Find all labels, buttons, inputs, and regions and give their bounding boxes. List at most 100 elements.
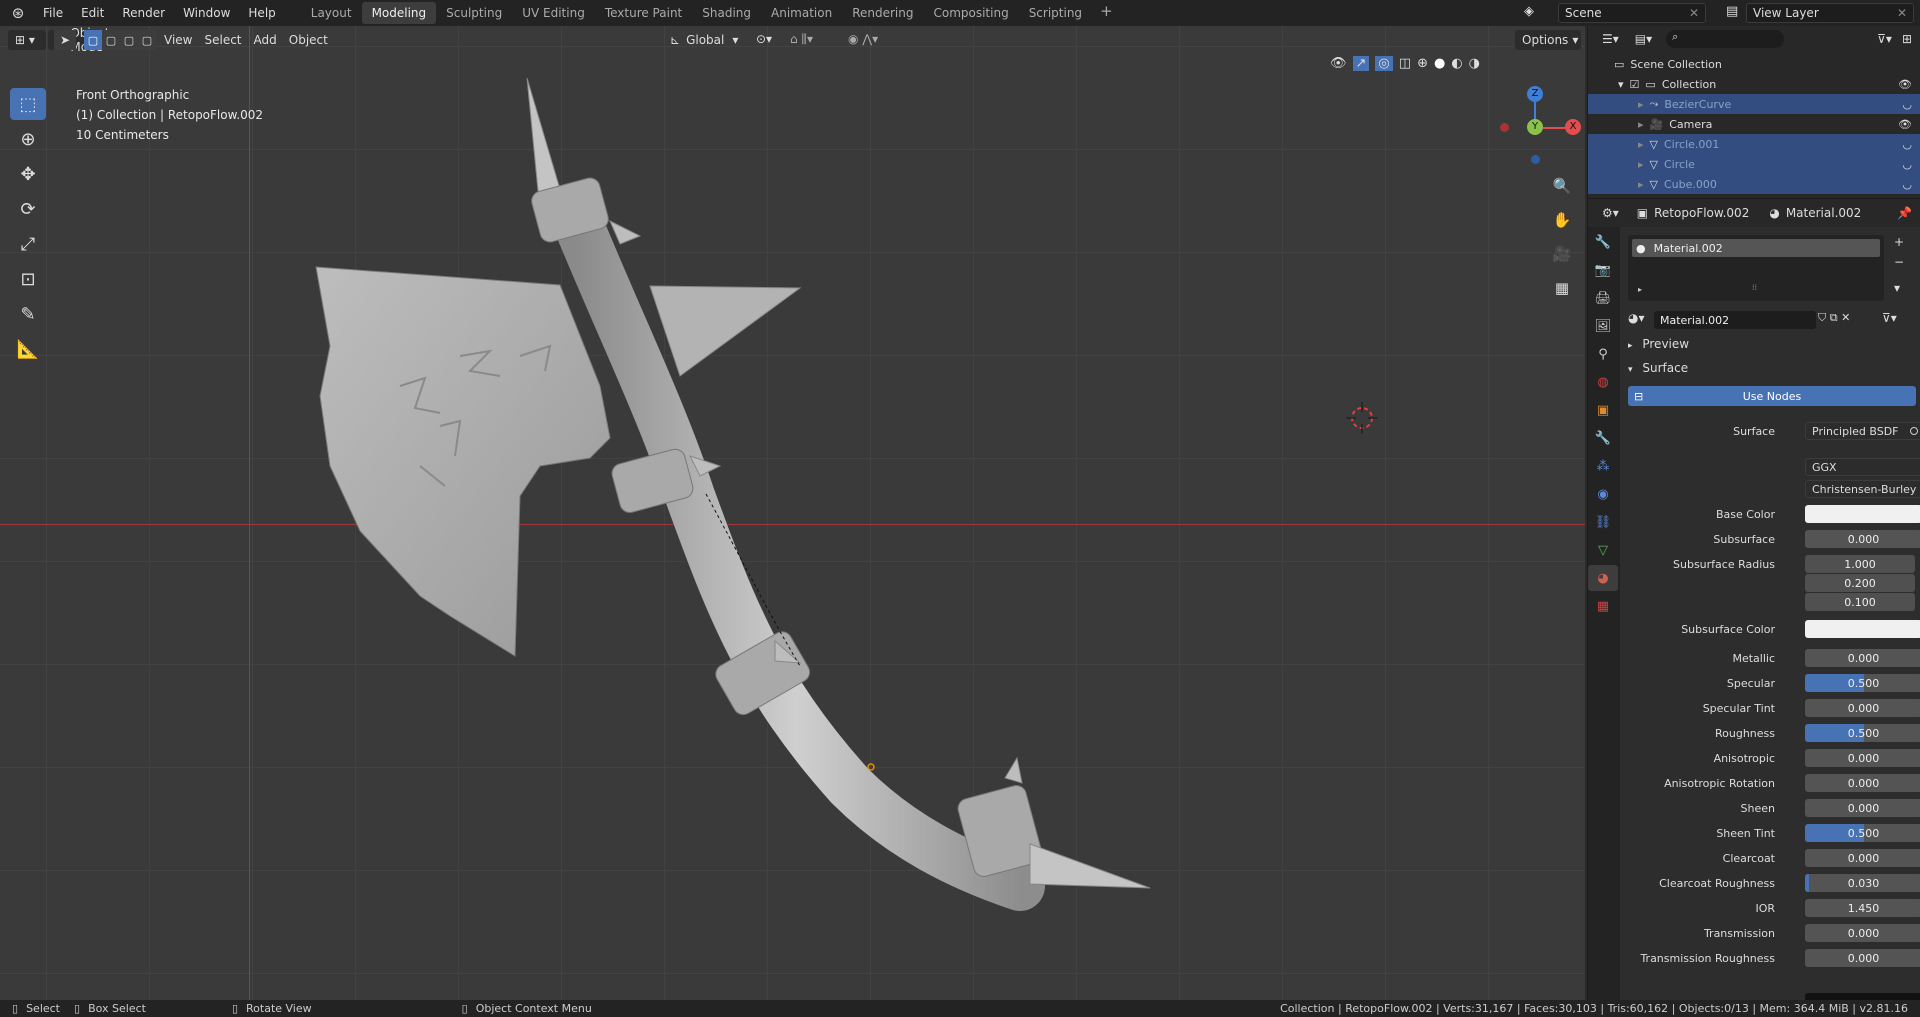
outliner-item-cube-000[interactable]: ▸ ▽ Cube.000 ◡ [1588,174,1920,194]
slot-specials-icon[interactable]: ▾ [1894,281,1900,295]
remove-slot-icon[interactable]: − [1894,255,1904,269]
eye-icon[interactable]: 👁 [1898,118,1912,131]
expand-arrow-icon[interactable]: ▸ [1638,118,1644,131]
tab-compositing[interactable]: Compositing [923,2,1018,24]
field-slider[interactable]: 0.500 [1805,724,1920,742]
new-collection-icon[interactable]: ⊞ [1902,32,1912,46]
view-layer-selector[interactable]: View Layer ✕ [1746,3,1914,23]
outliner-editor-icon[interactable]: ☰▾ [1602,32,1619,46]
scene-selector[interactable]: Scene ✕ [1558,3,1706,23]
outliner-item-beziercurve[interactable]: ▸ ⤳ BezierCurve ◡ [1588,94,1920,114]
field-slider[interactable]: 0.500 [1805,824,1920,842]
outliner-collection[interactable]: ▾ ☑ ▭ Collection 👁 [1588,74,1920,94]
view-layer-close-icon[interactable]: ✕ [1897,6,1907,20]
tab-rendering[interactable]: Rendering [842,2,923,24]
menu-help[interactable]: Help [239,0,284,26]
gizmo-neg-x[interactable] [1500,123,1509,132]
tool-tab-icon[interactable]: 🔧 [1588,229,1618,255]
eye-closed-icon[interactable]: ◡ [1902,138,1912,151]
eye-icon[interactable]: 👁 [1898,78,1912,91]
zoom-icon[interactable]: 🔍 [1548,172,1576,200]
gizmo-y-axis[interactable]: Y [1527,119,1543,135]
render-tab-icon[interactable]: 📷 [1588,257,1618,283]
field-slider[interactable]: 0.000 [1805,924,1920,942]
subsurface-radius-y[interactable]: 0.200 [1805,574,1915,592]
perspective-grid-icon[interactable]: ▦ [1548,274,1576,302]
field-slider[interactable]: 0.000 [1805,699,1920,717]
base-color-swatch[interactable] [1805,505,1920,523]
display-mode-icon[interactable]: ▤▾ [1635,32,1652,46]
material-name-field[interactable]: Material.002 [1654,311,1816,329]
field-slider[interactable]: 0.000 [1805,774,1920,792]
eye-closed-icon[interactable]: ◡ [1902,178,1912,191]
link-dropdown-icon[interactable]: ⊽▾ [1882,311,1897,325]
scene-type-icon[interactable]: ◈ [1524,4,1534,19]
texture-tab-icon[interactable]: ▦ [1588,593,1618,619]
field-slider[interactable]: 0.000 [1805,849,1920,867]
use-nodes-button[interactable]: ⊟ Use Nodes [1628,386,1916,406]
3d-cursor-icon[interactable] [1342,398,1382,438]
field-slider[interactable]: 0.000 [1805,749,1920,767]
world-tab-icon[interactable]: ◍ [1588,369,1618,395]
filter-icon[interactable]: ⊽▾ [1877,32,1892,46]
subsurface-radius-x[interactable]: 1.000 [1805,555,1915,573]
expand-arrow-icon[interactable]: ▸ [1638,178,1644,191]
expand-arrow-icon[interactable]: ▸ [1638,285,1642,294]
navigation-gizmo[interactable]: Z Y X [1490,86,1581,176]
expand-arrow-icon[interactable]: ▸ [1638,158,1644,171]
outliner-item-circle[interactable]: ▸ ▽ Circle ◡ [1588,154,1920,174]
material-tab-icon[interactable]: ◕ [1588,565,1618,591]
tab-sculpting[interactable]: Sculpting [436,2,512,24]
subsurface-field[interactable]: 0.000 [1805,530,1920,548]
tab-animation[interactable]: Animation [761,2,842,24]
field-slider[interactable]: 0.030 [1805,874,1920,892]
view-layer-tab-icon[interactable]: 🖼 [1588,313,1618,339]
outliner-item-circle-001[interactable]: ▸ ▽ Circle.001 ◡ [1588,134,1920,154]
output-tab-icon[interactable]: 🖨 [1588,285,1618,311]
field-slider[interactable]: 0.500 [1805,674,1920,692]
checkbox-icon[interactable]: ☑ [1630,78,1640,91]
physics-tab-icon[interactable]: ◉ [1588,481,1618,507]
outliner-item-camera[interactable]: ▸ 🎥 Camera 👁 [1588,114,1920,134]
properties-editor-icon[interactable]: ⚙▾ [1602,206,1619,220]
menu-file[interactable]: File [34,0,72,26]
pan-hand-icon[interactable]: ✋ [1548,206,1576,234]
menu-edit[interactable]: Edit [72,0,113,26]
data-tab-icon[interactable]: ▽ [1588,537,1618,563]
menu-render[interactable]: Render [113,0,174,26]
field-slider[interactable]: 1.450 [1805,899,1920,917]
tab-texture-paint[interactable]: Texture Paint [595,2,692,24]
resize-handle-icon[interactable]: ⁞⁞ [1752,283,1757,292]
add-workspace-icon[interactable]: + [1092,2,1121,24]
tab-uv-editing[interactable]: UV Editing [512,2,595,24]
expand-arrow-icon[interactable]: ▸ [1638,138,1644,151]
distribution-dropdown[interactable]: GGX▾ [1805,458,1920,476]
material-slot[interactable]: ● Material.002 [1632,239,1880,257]
eye-closed-icon[interactable]: ◡ [1902,158,1912,171]
field-slider[interactable]: 0.000 [1805,799,1920,817]
3d-viewport[interactable]: ⊞ ▾ ▣ Object Mode ▾ View Select Add Obje… [0,26,1585,1003]
outliner-scene-collection[interactable]: ▭ Scene Collection [1588,54,1920,74]
socket-icon[interactable] [1910,427,1918,435]
subsurface-method-dropdown[interactable]: Christensen-Burley▾ [1805,480,1920,498]
expand-arrow-icon[interactable]: ▾ [1618,78,1624,91]
constraints-tab-icon[interactable]: ⛓ [1588,509,1618,535]
pin-icon[interactable]: 📌 [1897,206,1912,220]
expand-arrow-icon[interactable]: ▸ [1638,98,1644,111]
object-tab-icon[interactable]: ▣ [1588,397,1618,423]
field-slider[interactable]: 0.000 [1805,949,1920,967]
gizmo-x-axis[interactable]: X [1565,119,1581,135]
outliner-search-input[interactable]: ⌕ [1666,30,1785,48]
menu-window[interactable]: Window [174,0,239,26]
tab-modeling[interactable]: Modeling [361,2,437,24]
blender-logo-icon[interactable]: ⊛ [8,3,28,23]
preview-panel-header[interactable]: ▸ Preview [1628,337,1689,351]
axe-model[interactable] [0,26,1585,1003]
field-slider[interactable]: 0.000 [1805,649,1920,667]
scene-close-icon[interactable]: ✕ [1689,6,1699,20]
surface-shader-dropdown[interactable]: Principled BSDF [1805,422,1920,440]
tab-layout[interactable]: Layout [301,2,362,24]
modifier-tab-icon[interactable]: 🔧 [1588,425,1618,451]
subsurface-radius-z[interactable]: 0.100 [1805,593,1915,611]
fake-user-icon[interactable]: ⛉ ⧉ ✕ [1818,311,1850,325]
